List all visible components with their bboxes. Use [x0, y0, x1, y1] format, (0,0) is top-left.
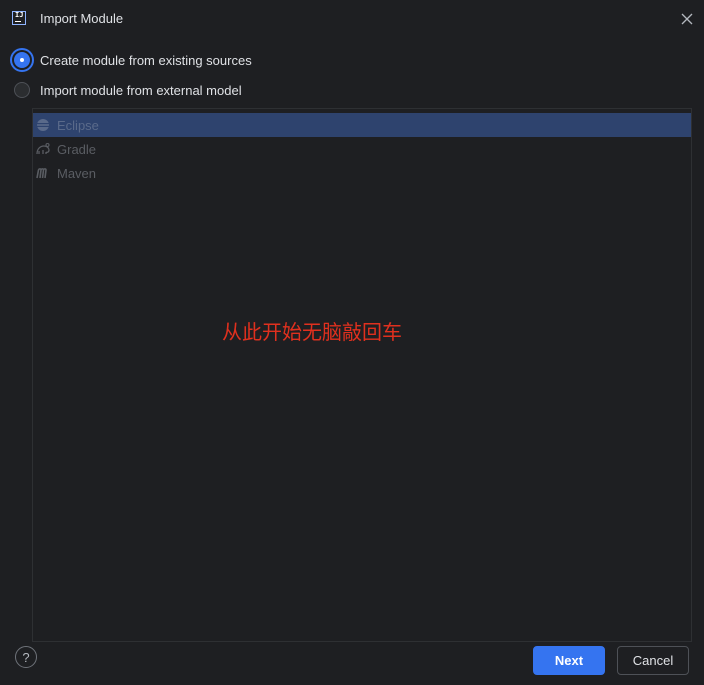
radio-unchecked-icon[interactable]: [14, 82, 30, 98]
list-item-gradle[interactable]: Gradle: [33, 137, 691, 161]
dialog-title: Import Module: [40, 11, 124, 26]
radio-import-external-model[interactable]: Import module from external model: [14, 79, 242, 101]
list-item-label: Maven: [57, 165, 97, 181]
radio-create-from-existing[interactable]: Create module from existing sources: [14, 49, 252, 71]
intellij-app-icon: IJ: [12, 11, 26, 25]
radio-checked-icon[interactable]: [14, 52, 30, 68]
gradle-icon: [35, 141, 51, 157]
maven-icon: [35, 165, 51, 181]
radio-label-create: Create module from existing sources: [40, 52, 252, 68]
external-model-list[interactable]: Eclipse Gradle Maven: [32, 108, 692, 642]
list-item-maven[interactable]: Maven: [33, 161, 691, 185]
close-button[interactable]: [678, 10, 696, 28]
app-icon-text: IJ: [15, 11, 24, 19]
list-item-label: Eclipse: [57, 117, 99, 133]
cancel-button[interactable]: Cancel: [617, 646, 689, 675]
list-item-eclipse[interactable]: Eclipse: [33, 113, 691, 137]
close-icon: [681, 13, 693, 25]
annotation-text: 从此开始无脑敲回车: [222, 320, 402, 344]
list-item-label: Gradle: [57, 141, 97, 157]
help-icon: ?: [22, 649, 30, 665]
title-bar: IJ Import Module: [0, 0, 704, 38]
next-button[interactable]: Next: [533, 646, 605, 675]
eclipse-icon: [35, 117, 51, 133]
radio-label-import: Import module from external model: [40, 82, 242, 98]
help-button[interactable]: ?: [15, 646, 37, 668]
